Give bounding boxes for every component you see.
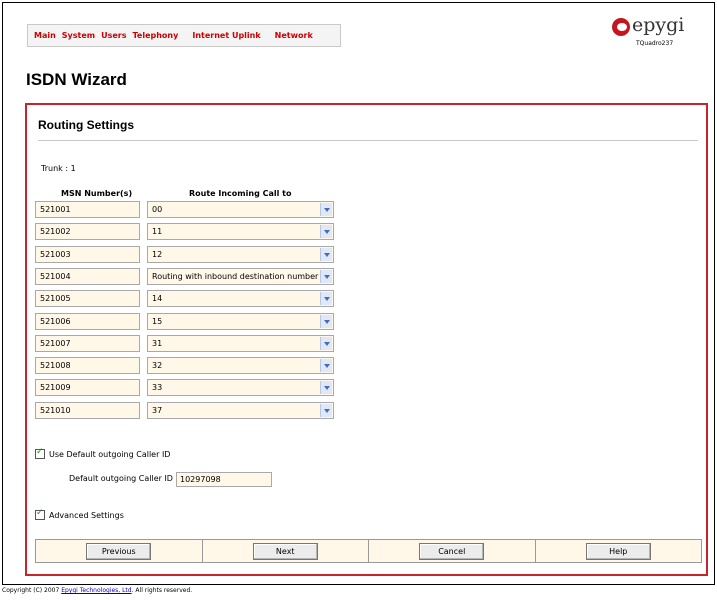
copyright-suffix: . All rights reserved. (131, 587, 193, 594)
msn-number-input[interactable]: 521008 (35, 357, 140, 375)
msn-number-input[interactable]: 521004 (35, 267, 140, 285)
page-title: ISDN Wizard (26, 70, 127, 89)
route-select-value: 00 (152, 205, 163, 214)
previous-button[interactable]: Previous (86, 542, 152, 560)
logo-brand: epygi (632, 14, 685, 36)
section-divider (38, 140, 698, 141)
msn-column-header: MSN Number(s) (61, 189, 133, 198)
default-caller-id-input[interactable]: 10297098 (176, 472, 272, 487)
msn-number-input[interactable]: 521009 (35, 379, 140, 397)
route-select-value: 31 (152, 338, 163, 348)
advanced-settings-checkbox[interactable] (35, 508, 45, 520)
msn-number-input[interactable]: 521006 (35, 312, 140, 330)
route-select-value: 32 (152, 361, 163, 371)
chevron-down-icon[interactable] (320, 314, 332, 328)
use-default-caller-id-label: Use Default outgoing Caller ID (49, 449, 171, 459)
epygi-logo: epygi TQuadro237 (612, 14, 702, 52)
route-select[interactable]: 12 (147, 245, 334, 263)
cancel-cell: Cancel (369, 540, 536, 562)
nav-network[interactable]: Network (275, 31, 313, 40)
route-select-value: 15 (152, 316, 163, 326)
chevron-down-icon[interactable] (320, 336, 332, 350)
device-model: TQuadro237 (636, 40, 674, 47)
cancel-button[interactable]: Cancel (419, 542, 485, 560)
nav-internet-uplink[interactable]: Internet Uplink (192, 31, 260, 40)
next-cell: Next (203, 540, 369, 562)
use-default-caller-id-checkbox[interactable] (35, 447, 45, 459)
route-select[interactable]: 00 (147, 201, 334, 218)
copyright-prefix: Copyright (C) 2007 (2, 587, 60, 594)
msn-number-input[interactable]: 521005 (35, 290, 140, 308)
help-cell: Help (536, 540, 702, 562)
trunk-value: 1 (70, 164, 76, 173)
trunk-label: Trunk : (41, 164, 69, 173)
route-select-value: 12 (152, 249, 163, 259)
help-button[interactable]: Help (585, 542, 651, 560)
chevron-down-icon[interactable] (320, 269, 332, 283)
route-select-value: Routing with inbound destination number (152, 271, 319, 281)
chevron-down-icon[interactable] (320, 403, 332, 417)
route-column-header: Route Incoming Call to (189, 189, 292, 198)
company-link[interactable]: Epygi Technologies, Ltd (61, 587, 131, 594)
use-default-caller-id-row[interactable]: Use Default outgoing Caller ID (35, 447, 171, 459)
route-select[interactable]: 37 (147, 401, 334, 419)
next-button[interactable]: Next (252, 542, 318, 560)
previous-cell: Previous (36, 540, 203, 562)
chevron-down-icon[interactable] (320, 203, 332, 216)
default-caller-id-label: Default outgoing Caller ID (69, 474, 173, 483)
msn-number-input[interactable]: 521003 (35, 245, 140, 263)
msn-number-input[interactable]: 521002 (35, 223, 140, 241)
nav-system[interactable]: System (62, 31, 95, 40)
chevron-down-icon[interactable] (320, 225, 332, 239)
advanced-settings-row[interactable]: Advanced Settings (35, 508, 124, 520)
route-select-value: 11 (152, 227, 163, 237)
section-title: Routing Settings (38, 118, 134, 132)
route-select[interactable]: 14 (147, 290, 334, 308)
trunk-info: Trunk : 1 (41, 164, 76, 173)
top-navigation: Main System Users Telephony Internet Upl… (27, 24, 341, 47)
copyright-footer: Copyright (C) 2007 Epygi Technologies, L… (2, 587, 192, 594)
route-select[interactable]: Routing with inbound destination number (147, 267, 334, 285)
msn-number-input[interactable]: 521007 (35, 334, 140, 352)
route-select[interactable]: 11 (147, 223, 334, 241)
route-select-value: 33 (152, 383, 163, 393)
chevron-down-icon[interactable] (320, 381, 332, 395)
nav-main[interactable]: Main (34, 31, 56, 40)
chevron-down-icon[interactable] (320, 359, 332, 373)
chevron-down-icon[interactable] (320, 292, 332, 306)
route-select-value: 37 (152, 405, 163, 415)
advanced-settings-label: Advanced Settings (49, 510, 124, 520)
msn-number-input[interactable]: 521010 (35, 401, 140, 419)
route-select[interactable]: 31 (147, 334, 334, 352)
route-select[interactable]: 32 (147, 357, 334, 375)
route-select-value: 14 (152, 294, 163, 304)
logo-mark-icon (612, 18, 630, 36)
msn-number-input[interactable]: 521001 (35, 201, 140, 218)
nav-telephony[interactable]: Telephony (133, 31, 179, 40)
chevron-down-icon[interactable] (320, 247, 332, 261)
wizard-button-bar: Previous Next Cancel Help (35, 539, 702, 563)
route-select[interactable]: 33 (147, 379, 334, 397)
nav-users[interactable]: Users (101, 31, 126, 40)
route-select[interactable]: 15 (147, 312, 334, 330)
